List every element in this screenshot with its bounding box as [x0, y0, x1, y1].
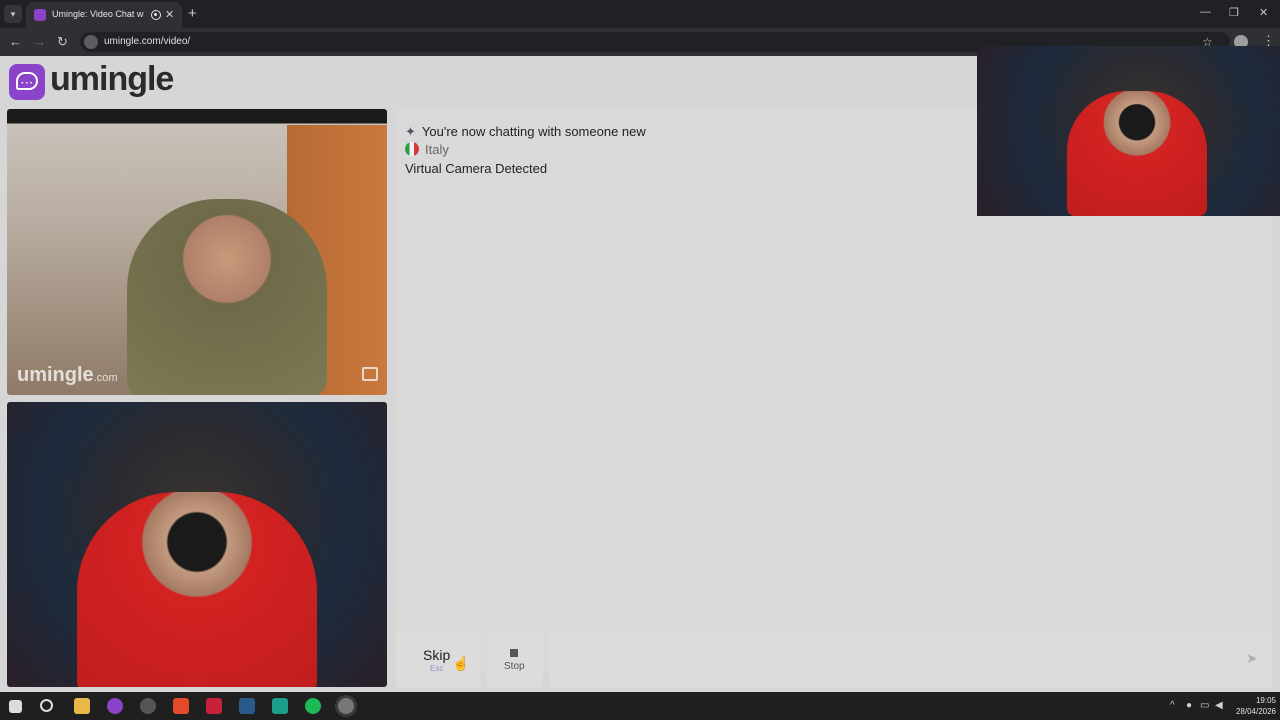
app-icon[interactable] [107, 698, 123, 714]
forward-button[interactable]: → [33, 34, 46, 49]
chrome-icon[interactable] [338, 698, 354, 714]
self-video [7, 402, 387, 687]
chat-message: Italy [405, 142, 449, 157]
stranger-person [127, 199, 327, 395]
stop-button[interactable]: Stop [487, 631, 543, 688]
network-icon[interactable]: ▭ [1200, 700, 1209, 711]
close-tab-icon[interactable]: ✕ [165, 8, 174, 21]
mouse-cursor-icon: ☝ [452, 655, 470, 671]
page-content: ··· umingle umingle.com ✦ You're now chat… [0, 46, 1280, 692]
tray-chevron-icon[interactable]: ^ [1170, 700, 1175, 711]
stranger-video: umingle.com [7, 109, 387, 395]
skip-shortcut-hint: Esc [430, 664, 444, 673]
back-button[interactable]: ← [9, 34, 22, 49]
restore-button[interactable]: ❐ [1229, 6, 1239, 19]
system-clock[interactable]: 19:05 28/04/2026 [1226, 695, 1276, 717]
preview-person [1067, 91, 1207, 216]
camera-preview-overlay [977, 46, 1280, 216]
close-window-button[interactable]: ✕ [1259, 6, 1268, 19]
microphone-icon[interactable]: ● [1186, 700, 1192, 711]
tab-search-button[interactable]: ▾ [4, 5, 22, 23]
adobe-icon[interactable] [206, 698, 222, 714]
search-icon[interactable] [40, 699, 53, 712]
taskbar: ^ ● ▭ ◀ 19:05 28/04/2026 [0, 692, 1280, 720]
site-info-icon[interactable] [84, 35, 98, 49]
site-logo-text[interactable]: umingle [50, 60, 174, 99]
sparkle-icon: ✦ [405, 124, 416, 139]
steam-icon[interactable] [239, 698, 255, 714]
tab-title: Umingle: Video Chat with S [52, 9, 144, 19]
self-person [77, 492, 317, 687]
send-icon[interactable]: ➤ [1246, 650, 1258, 667]
chat-message: ✦ You're now chatting with someone new [405, 124, 646, 139]
minimize-button[interactable]: — [1200, 6, 1211, 18]
reload-button[interactable]: ↻ [57, 34, 68, 50]
italy-flag-icon [405, 142, 419, 156]
spotify-icon[interactable] [305, 698, 321, 714]
report-flag-icon[interactable] [362, 367, 378, 381]
chat-message: Virtual Camera Detected [405, 161, 548, 176]
brave-icon[interactable] [173, 698, 189, 714]
chrome-icon[interactable] [140, 698, 156, 714]
umingle-logo-icon[interactable]: ··· [9, 64, 45, 100]
video-watermark: umingle.com [17, 364, 118, 386]
start-icon[interactable] [9, 700, 22, 713]
url-text: umingle.com/video/ [104, 36, 191, 47]
stop-icon [510, 649, 518, 657]
message-input[interactable] [549, 631, 1272, 688]
volume-icon[interactable]: ◀ [1215, 700, 1223, 711]
new-tab-button[interactable]: + [188, 5, 197, 22]
browser-tab-bar: ▾ Umingle: Video Chat with S ✕ + — ❐ ✕ [0, 0, 1280, 28]
skip-button[interactable]: Skip Esc ☝ [396, 631, 480, 688]
recording-icon [151, 10, 161, 20]
app-icon[interactable] [272, 698, 288, 714]
browser-tab[interactable]: Umingle: Video Chat with S ✕ [26, 2, 182, 28]
file-explorer-icon[interactable] [74, 698, 90, 714]
favicon-icon [34, 9, 46, 21]
